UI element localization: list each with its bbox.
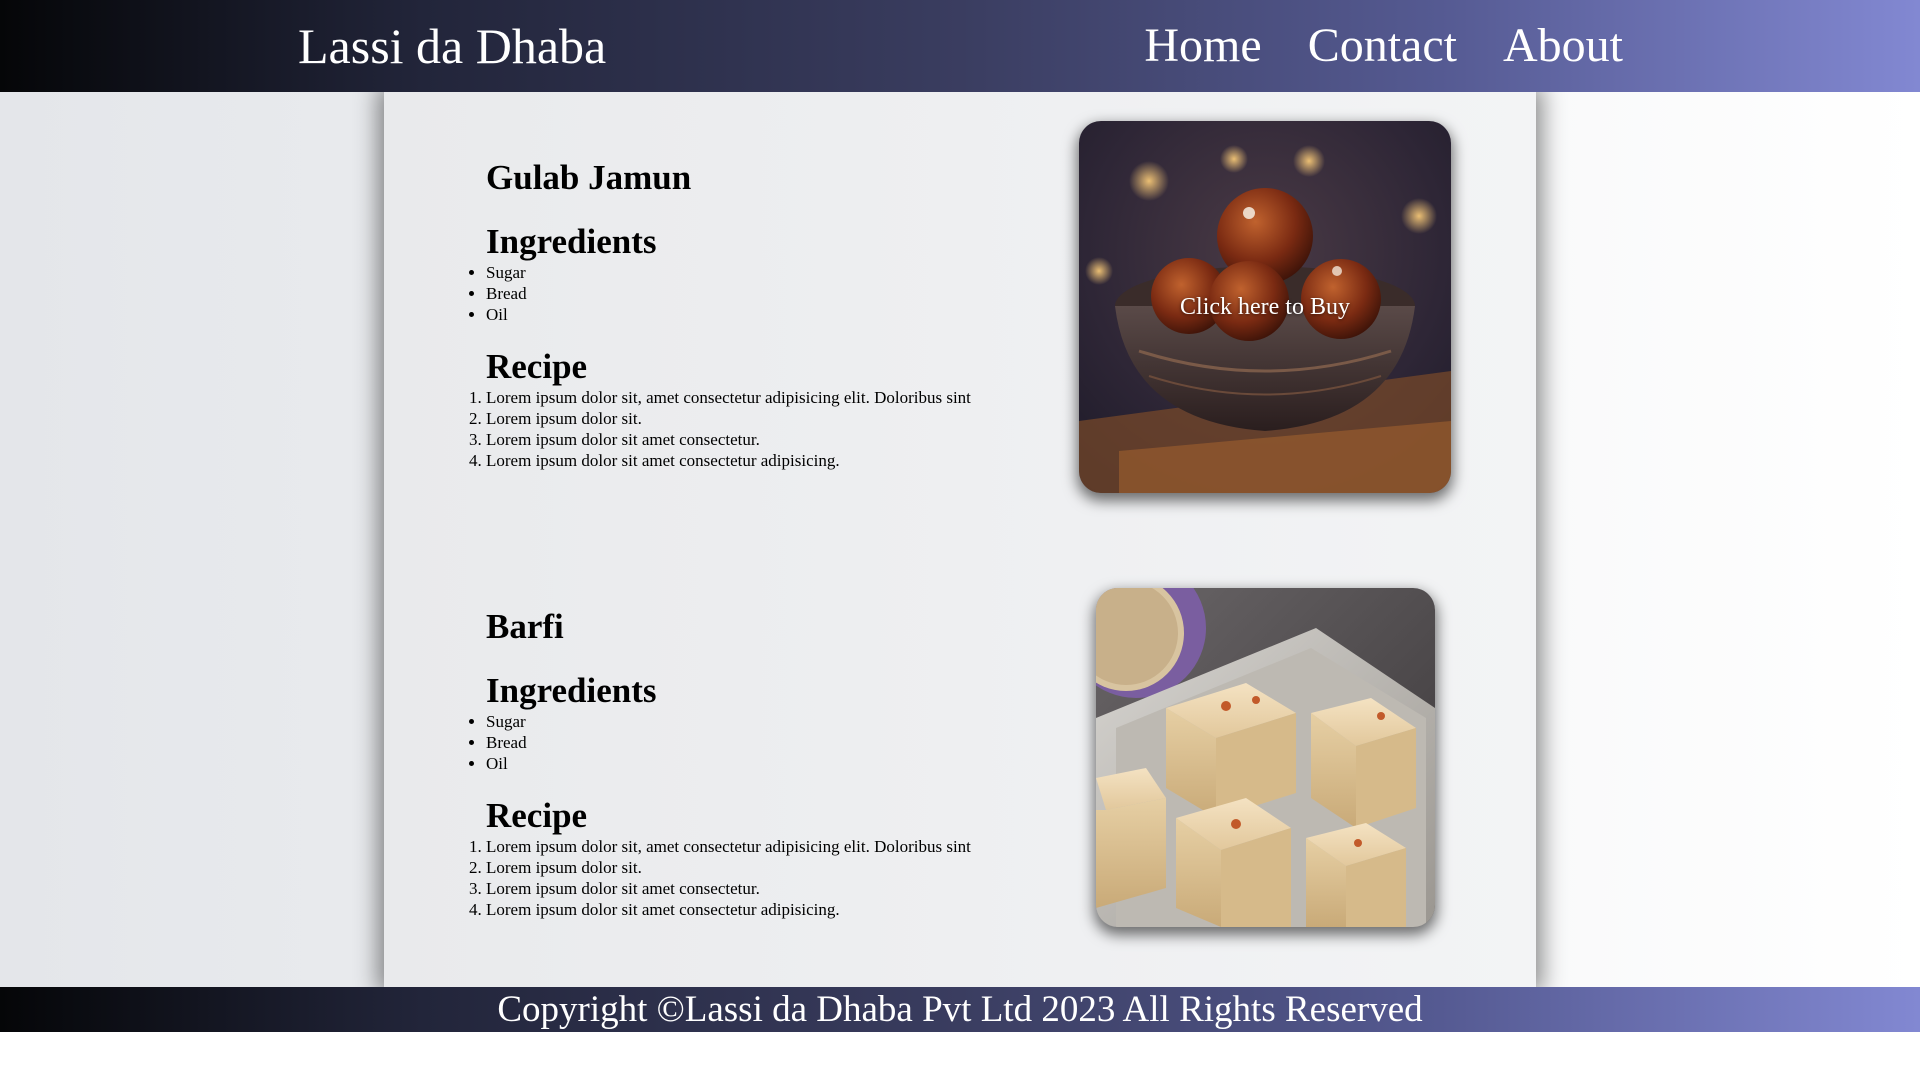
buy-overlay-text[interactable]: Click here to Buy	[1079, 121, 1451, 493]
recipe-step: Lorem ipsum dolor sit amet consectetur.	[486, 878, 1086, 899]
main-content: Gulab Jamun Ingredients Sugar Bread Oil …	[384, 92, 1536, 987]
nav-about-link[interactable]: About	[1503, 14, 1623, 78]
ingredients-list: Sugar Bread Oil	[486, 262, 1086, 325]
barfi-image-card[interactable]	[1096, 588, 1435, 927]
ingredient-item: Oil	[486, 304, 1086, 325]
recipe-step: Lorem ipsum dolor sit, amet consectetur …	[486, 387, 1086, 408]
footer-bar: Copyright ©Lassi da Dhaba Pvt Ltd 2023 A…	[0, 987, 1920, 1032]
nav-contact-link[interactable]: Contact	[1308, 14, 1457, 78]
brand-logo-text[interactable]: Lassi da Dhaba	[298, 14, 606, 78]
recipe-heading: Recipe	[486, 347, 588, 386]
ingredients-heading: Ingredients	[486, 222, 657, 261]
recipe-step: Lorem ipsum dolor sit, amet consectetur …	[486, 836, 1086, 857]
ingredient-item: Oil	[486, 753, 1086, 774]
ingredient-item: Sugar	[486, 711, 1086, 732]
recipe-steps: Lorem ipsum dolor sit, amet consectetur …	[486, 836, 1086, 920]
ingredient-item: Bread	[486, 732, 1086, 753]
dish-title: Gulab Jamun	[486, 158, 692, 197]
ingredients-heading: Ingredients	[486, 671, 657, 710]
dish-text-block: Gulab Jamun Ingredients Sugar Bread Oil …	[486, 158, 1086, 471]
ingredients-list: Sugar Bread Oil	[486, 711, 1086, 774]
top-navbar: Lassi da Dhaba Home Contact About	[0, 0, 1920, 92]
nav-home-link[interactable]: Home	[1144, 14, 1261, 78]
recipe-step: Lorem ipsum dolor sit.	[486, 857, 1086, 878]
ingredient-item: Sugar	[486, 262, 1086, 283]
recipe-step: Lorem ipsum dolor sit amet consectetur a…	[486, 899, 1086, 920]
recipe-step: Lorem ipsum dolor sit amet consectetur a…	[486, 450, 1086, 471]
recipe-heading: Recipe	[486, 796, 588, 835]
dish-title: Barfi	[486, 607, 564, 646]
barfi-photo-icon	[1096, 588, 1435, 927]
ingredient-item: Bread	[486, 283, 1086, 304]
recipe-steps: Lorem ipsum dolor sit, amet consectetur …	[486, 387, 1086, 471]
main-nav: Home Contact About	[1144, 14, 1623, 78]
gulab-jamun-image-card[interactable]: Click here to Buy	[1079, 121, 1451, 493]
dish-text-block: Barfi Ingredients Sugar Bread Oil Recipe…	[486, 607, 1086, 920]
copyright-text: Copyright ©Lassi da Dhaba Pvt Ltd 2023 A…	[497, 989, 1423, 1030]
recipe-step: Lorem ipsum dolor sit.	[486, 408, 1086, 429]
recipe-step: Lorem ipsum dolor sit amet consectetur.	[486, 429, 1086, 450]
